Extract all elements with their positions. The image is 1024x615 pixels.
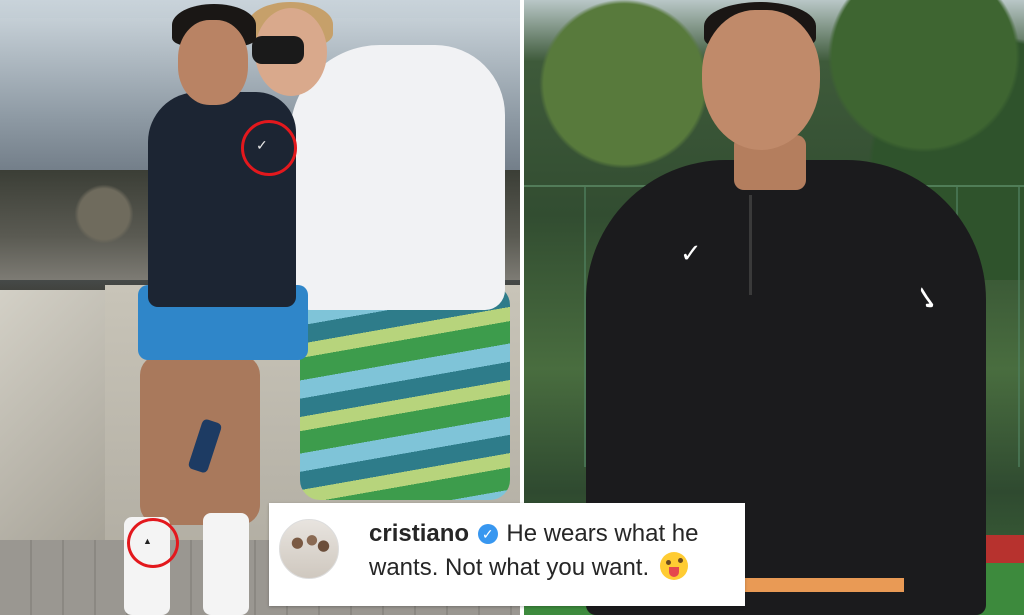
right-sock <box>203 513 249 615</box>
winking-face-with-tongue-emoji-icon <box>659 552 688 580</box>
verified-badge-icon: ✓ <box>477 524 498 544</box>
concrete-block <box>0 290 105 540</box>
comment-body: cristiano ✓ He wears what he wants. Not … <box>369 517 729 585</box>
red-circle-highlight-sock <box>127 518 179 568</box>
player-face <box>702 10 820 150</box>
sunglasses <box>252 36 304 64</box>
striped-leggings <box>300 285 510 500</box>
boy-face <box>178 20 248 105</box>
instagram-comment: cristiano ✓ He wears what he wants. Not … <box>269 503 745 606</box>
nike-swoosh-chest-icon: ✓ <box>680 238 702 268</box>
white-jacket <box>290 45 505 310</box>
red-circle-highlight-hoodie <box>241 120 297 176</box>
zipper <box>749 195 752 295</box>
username[interactable]: cristiano <box>369 520 469 547</box>
avatar[interactable] <box>279 519 339 579</box>
